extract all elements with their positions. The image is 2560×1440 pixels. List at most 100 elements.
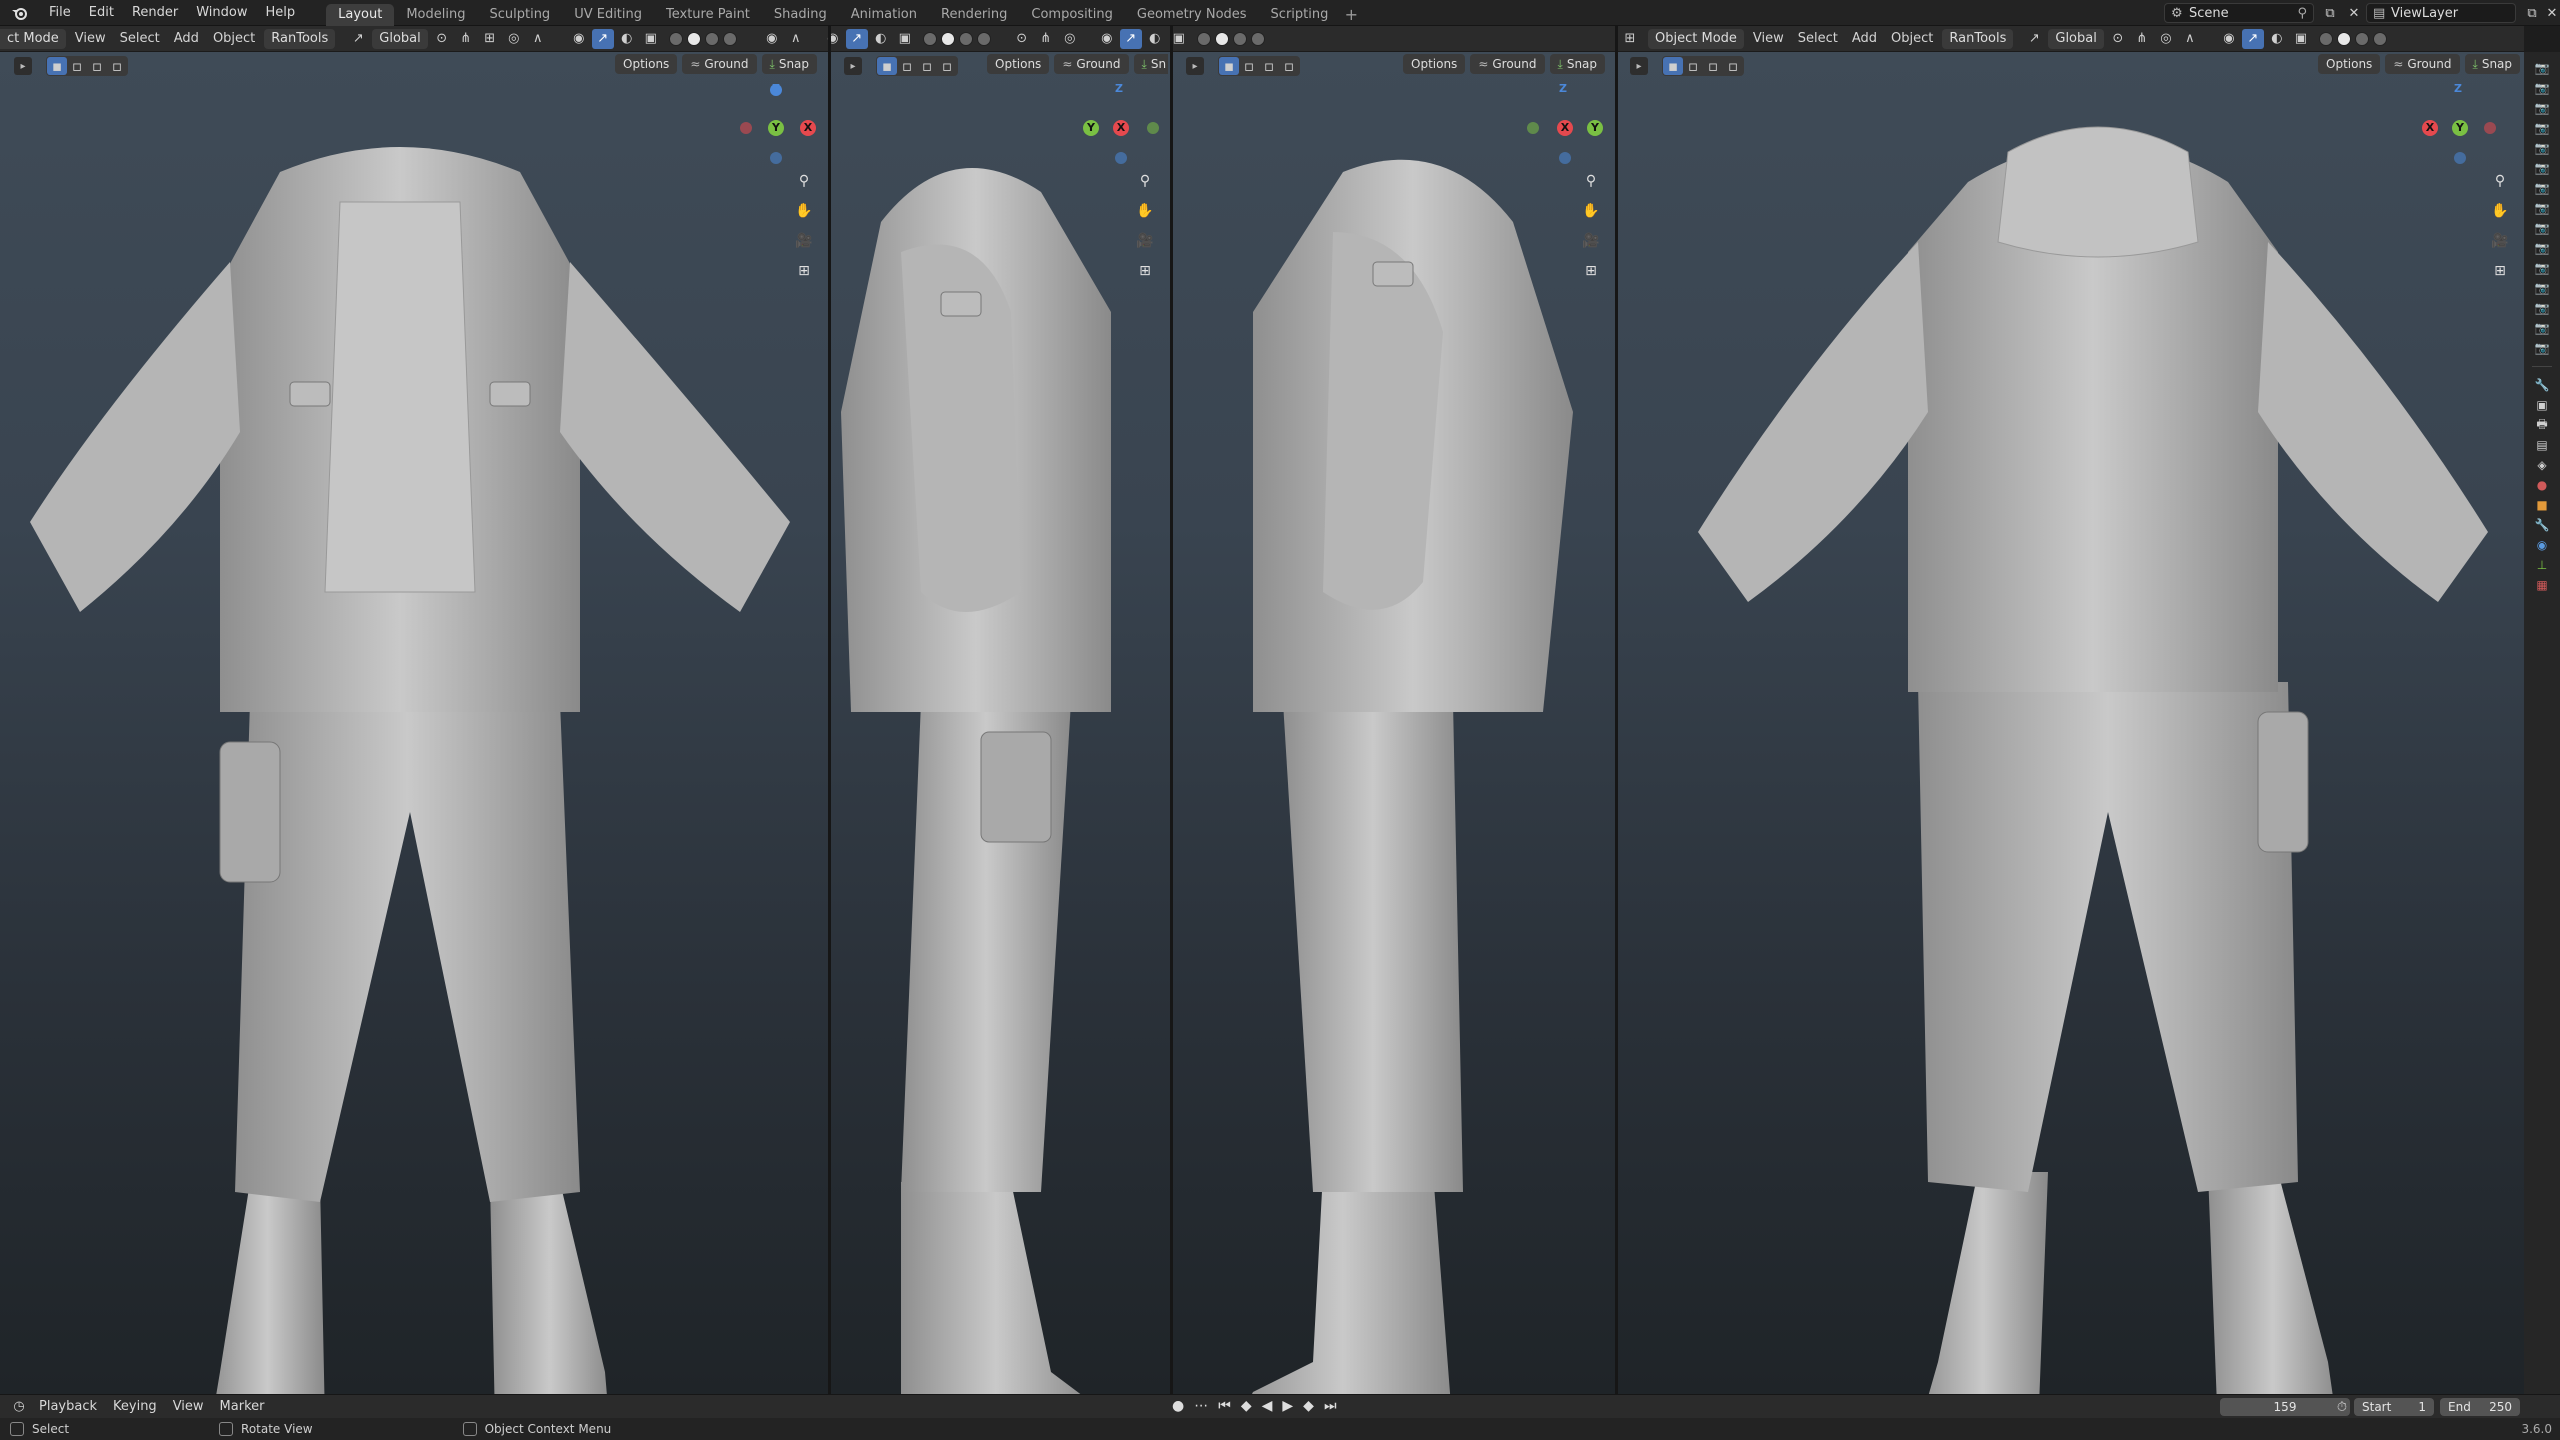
rantools-menu-left[interactable]: RanTools xyxy=(264,28,336,49)
camera-icon-10[interactable]: 📷 xyxy=(2531,239,2553,257)
new-view-layer-icon[interactable]: ⧉ xyxy=(2521,3,2543,23)
ground-button-side[interactable]: ≈ Ground xyxy=(1054,54,1129,74)
timeline-editor-icon[interactable]: ◷ xyxy=(8,1397,30,1417)
proportional-edit-icon-right[interactable]: ◎ xyxy=(2155,29,2177,49)
visibility-icon-3[interactable]: ◉ xyxy=(822,29,844,49)
select-invert-icon-back[interactable]: ▫ xyxy=(1723,57,1743,75)
play-reverse-icon[interactable]: ◀ xyxy=(1262,1398,1273,1414)
tab-uv-editing[interactable]: UV Editing xyxy=(562,4,654,26)
navigation-gizmo-front[interactable]: Z Y X xyxy=(736,82,816,164)
jump-start-icon[interactable]: ⏮ xyxy=(1218,1398,1231,1414)
menu-add-right[interactable]: Add xyxy=(1845,31,1884,46)
physics-properties-icon[interactable]: ◉ xyxy=(2531,536,2553,554)
tool-settings-icon[interactable]: 🔧 xyxy=(2531,376,2553,394)
rendered-shading-icon[interactable] xyxy=(722,31,737,46)
gizmo-x-axis[interactable]: X xyxy=(800,120,816,136)
keying-menu[interactable]: Keying xyxy=(105,1399,165,1414)
viewport-back[interactable]: Z X Y ⚲ ✋ 🎥 ⊞ xyxy=(1618,52,2524,1394)
add-workspace-button[interactable]: + xyxy=(1340,4,1362,26)
jump-end-icon[interactable]: ⏭ xyxy=(1324,1398,1337,1414)
start-frame-field[interactable]: Start 1 xyxy=(2354,1398,2434,1416)
editor-type-icon[interactable]: ⊞ xyxy=(1619,29,1641,49)
falloff-icon-right[interactable]: ∧ xyxy=(2179,29,2201,49)
ground-button-front[interactable]: ≈ Ground xyxy=(682,54,757,74)
rendered-shading-icon-3[interactable] xyxy=(1250,31,1265,46)
tab-compositing[interactable]: Compositing xyxy=(1019,4,1125,26)
camera-icon-13[interactable]: 📷 xyxy=(2531,299,2553,317)
texture-properties-icon[interactable]: ▦ xyxy=(2531,576,2553,594)
tab-shading[interactable]: Shading xyxy=(762,4,839,26)
mode-selector-left[interactable]: ct Mode xyxy=(0,28,66,49)
select-invert-icon-side-left[interactable]: ▫ xyxy=(1279,57,1299,75)
grid-icon-back[interactable]: ⊞ xyxy=(2488,260,2512,282)
next-keyframe-icon[interactable]: ◆ xyxy=(1303,1398,1314,1414)
viewport-front[interactable]: Z Y X ⚲ ✋ 🎥 ⊞ xyxy=(0,52,828,1394)
menu-render[interactable]: Render xyxy=(123,0,187,26)
visibility-icon-2[interactable]: ◉ xyxy=(761,29,783,49)
gizmo-neg-z-axis-back[interactable] xyxy=(2454,152,2466,164)
gizmo-neg-z-axis-side[interactable] xyxy=(1115,152,1127,164)
gizmo-toggle-icon[interactable]: ↗ xyxy=(591,28,614,49)
tab-scripting[interactable]: Scripting xyxy=(1259,4,1341,26)
select-new-icon-side-left[interactable]: ▪ xyxy=(1219,57,1239,75)
gizmo-neg-x-axis[interactable] xyxy=(740,122,752,134)
prev-keyframe-icon[interactable]: ◆ xyxy=(1241,1398,1252,1414)
menu-file[interactable]: File xyxy=(40,0,80,26)
camera-icon-2[interactable]: 📷 xyxy=(2531,79,2553,97)
blender-logo-icon[interactable] xyxy=(8,3,32,23)
toolbar-toggle-icon-side[interactable]: ▸ xyxy=(844,57,862,75)
solid-shading-icon-right[interactable] xyxy=(2336,31,2351,46)
gizmo-y-axis[interactable]: Y xyxy=(768,120,784,136)
zoom-icon-back[interactable]: ⚲ xyxy=(2488,170,2512,192)
view-layer-properties-icon[interactable]: ▤ xyxy=(2531,436,2553,454)
wireframe-shading-icon-right[interactable] xyxy=(2318,31,2333,46)
scene-properties-icon[interactable]: ◈ xyxy=(2531,456,2553,474)
proportional-edit-icon[interactable]: ◎ xyxy=(503,29,525,49)
solid-shading-icon-3[interactable] xyxy=(1214,31,1229,46)
pivot-icon-right[interactable]: ⊙ xyxy=(2107,29,2129,49)
select-new-icon-back[interactable]: ▪ xyxy=(1663,57,1683,75)
pin-icon[interactable]: ⚲ xyxy=(2297,6,2307,21)
select-invert-icon[interactable]: ▫ xyxy=(107,57,127,75)
transform-orientation-left[interactable]: Global xyxy=(372,28,428,49)
overlay-icon-right[interactable]: ◐ xyxy=(2266,29,2288,49)
gizmo-neg-x-axis-back[interactable] xyxy=(2484,122,2496,134)
menu-edit[interactable]: Edit xyxy=(80,0,123,26)
visibility-icon[interactable]: ◉ xyxy=(568,29,590,49)
falloff-icon[interactable]: ∧ xyxy=(527,29,549,49)
options-dropdown-back[interactable]: Options xyxy=(2318,54,2381,74)
playback-menu[interactable]: Playback xyxy=(31,1399,105,1414)
select-invert-icon-side[interactable]: ▫ xyxy=(937,57,957,75)
zoom-icon-side-left[interactable]: ⚲ xyxy=(1579,170,1603,192)
camera-icon-back[interactable]: 🎥 xyxy=(2488,230,2512,252)
xray-icon-2[interactable]: ▣ xyxy=(894,29,916,49)
world-properties-icon[interactable]: ● xyxy=(2531,476,2553,494)
falloff-icon-2[interactable]: ∧ xyxy=(785,29,807,49)
snap-target-icon[interactable]: ⊞ xyxy=(479,29,501,49)
grid-icon-side[interactable]: ⊞ xyxy=(1133,260,1157,282)
tab-texture-paint[interactable]: Texture Paint xyxy=(654,4,762,26)
rantools-menu-right[interactable]: RanTools xyxy=(1942,28,2014,49)
delete-view-layer-icon[interactable]: ✕ xyxy=(2541,3,2560,23)
toolbar-toggle-icon[interactable]: ▸ xyxy=(14,57,32,75)
menu-view-left[interactable]: View xyxy=(68,31,113,46)
object-properties-icon[interactable]: ■ xyxy=(2531,496,2553,514)
gizmo-neg-z-axis[interactable] xyxy=(770,152,782,164)
modifier-properties-icon[interactable]: 🔧 xyxy=(2531,516,2553,534)
view-layer-selector[interactable]: ▤ ViewLayer xyxy=(2366,3,2516,23)
toolbar-toggle-icon-back[interactable]: ▸ xyxy=(1630,57,1648,75)
snap-button-back[interactable]: ⤓ Snap xyxy=(2464,54,2521,74)
wireframe-shading-icon[interactable] xyxy=(668,31,683,46)
material-shading-icon-3[interactable] xyxy=(1232,31,1247,46)
options-dropdown-front[interactable]: Options xyxy=(615,54,678,74)
gizmo-x-axis-side-left[interactable]: X xyxy=(1557,120,1573,136)
select-subtract-icon-back[interactable]: ▫ xyxy=(1703,57,1723,75)
gizmo-toggle-icon-2[interactable]: ↗ xyxy=(845,28,868,49)
transform-orientation-right[interactable]: Global xyxy=(2048,28,2104,49)
solid-shading-icon[interactable] xyxy=(686,31,701,46)
grid-icon-side-left[interactable]: ⊞ xyxy=(1579,260,1603,282)
gizmo-neg-y-axis-side[interactable] xyxy=(1147,122,1159,134)
rendered-shading-icon-right[interactable] xyxy=(2372,31,2387,46)
ground-button-back[interactable]: ≈ Ground xyxy=(2385,54,2460,74)
navigation-gizmo-back[interactable]: Z X Y xyxy=(2418,82,2498,164)
